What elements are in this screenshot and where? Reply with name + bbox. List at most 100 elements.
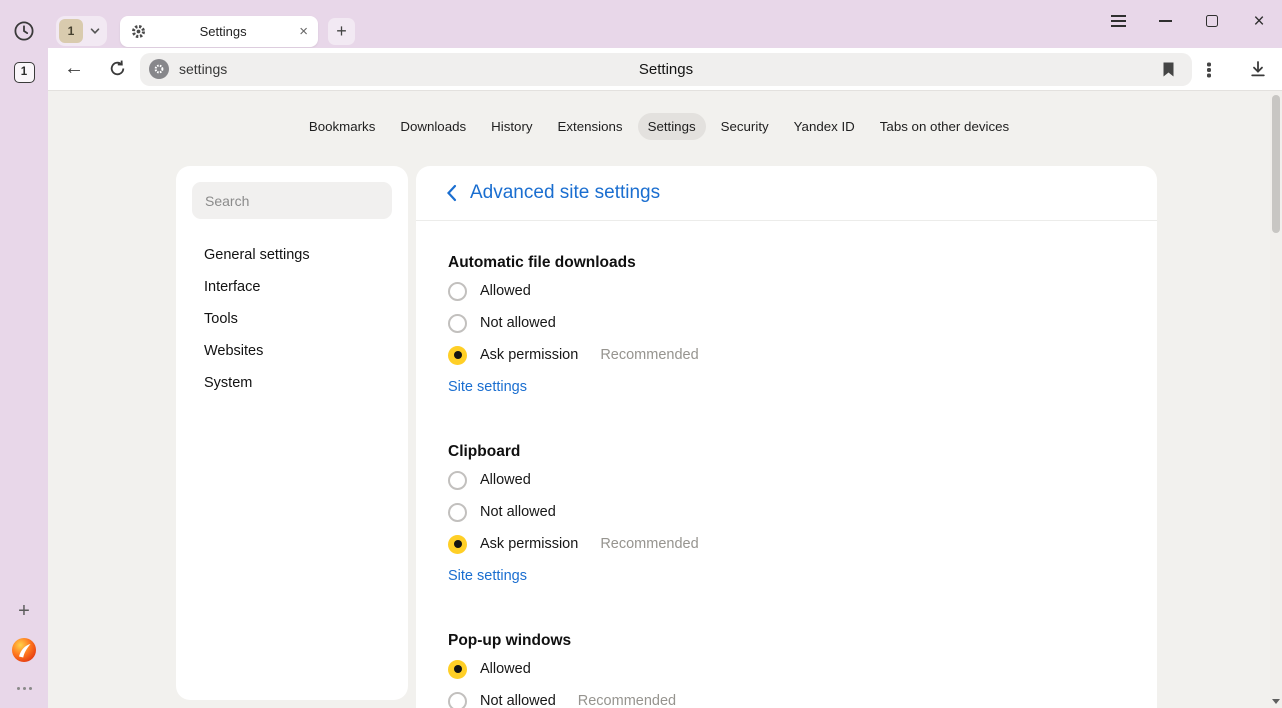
radio-option-ask-permission[interactable]: Ask permission Recommended [448,528,1125,560]
radio-option-not-allowed[interactable]: Not allowed [448,496,1125,528]
radio-option-allowed[interactable]: Allowed [448,275,1125,307]
topnav-settings[interactable]: Settings [638,113,706,140]
tab-group-badge[interactable]: 1 [59,19,83,43]
scroll-down-arrow-icon[interactable] [1272,699,1280,704]
radio-icon[interactable] [448,692,467,708]
close-tab-icon[interactable]: × [299,24,308,39]
topnav-bookmarks[interactable]: Bookmarks [299,113,386,140]
settings-nav-list: General settings Interface Tools Website… [192,239,392,399]
settings-sections: Automatic file downloads Allowed Not all… [416,254,1157,708]
history-clock-icon[interactable] [0,20,48,42]
maximize-button[interactable] [1203,12,1221,30]
topnav-yandex-id[interactable]: Yandex ID [784,113,865,140]
radio-label: Not allowed [480,504,556,520]
radio-option-not-allowed[interactable]: Not allowed Recommended [448,685,1125,708]
radio-icon[interactable] [448,503,467,522]
section-title: Pop-up windows [448,632,1125,650]
topnav-history[interactable]: History [481,113,542,140]
address-bar[interactable]: settings Settings [140,53,1192,86]
settings-top-nav: Bookmarks Downloads History Extensions S… [48,113,1270,140]
radio-icon[interactable] [448,346,467,365]
sidebar-item-system[interactable]: System [192,367,392,399]
radio-option-not-allowed[interactable]: Not allowed [448,307,1125,339]
toolbar: ← settings Settings [48,48,1282,91]
browser-logo [11,637,37,663]
radio-option-ask-permission[interactable]: Ask permission Recommended [448,339,1125,371]
new-tab-button[interactable]: + [328,18,355,45]
recommended-note: Recommended [578,693,676,708]
section-automatic-file-downloads: Automatic file downloads Allowed Not all… [448,254,1125,396]
kebab-menu-icon [1207,68,1210,71]
horizontal-ellipsis-icon [23,687,26,690]
url-text: settings [179,61,227,77]
radio-label: Ask permission [480,536,578,552]
radio-label: Not allowed [480,315,556,331]
radio-label: Ask permission [480,347,578,363]
chevron-down-icon[interactable] [86,22,104,40]
site-settings-link[interactable]: Site settings [448,379,527,395]
sidebar-item-general-settings[interactable]: General settings [192,239,392,271]
radio-icon[interactable] [448,282,467,301]
browser-menu-button[interactable] [1109,12,1127,30]
tab-panel-toggle[interactable]: 1 [0,61,48,83]
radio-icon[interactable] [448,535,467,554]
back-chevron-icon[interactable] [446,184,457,202]
recommended-note: Recommended [600,536,698,552]
topnav-other-devices[interactable]: Tabs on other devices [870,113,1019,140]
close-window-button[interactable]: × [1250,12,1268,30]
tab-count-badge: 1 [14,62,35,83]
tab-group-selector[interactable]: 1 [56,16,107,46]
recommended-note: Recommended [600,347,698,363]
active-tab-settings[interactable]: Settings × [120,16,318,47]
sidebar-item-interface[interactable]: Interface [192,271,392,303]
advanced-settings-header[interactable]: Advanced site settings [416,166,1157,221]
site-settings-link[interactable]: Site settings [448,568,527,584]
yandex-browser-logo-icon[interactable] [0,637,48,663]
radio-label: Allowed [480,472,531,488]
radio-option-allowed[interactable]: Allowed [448,464,1125,496]
bookmark-button[interactable] [1161,61,1176,83]
radio-icon[interactable] [448,314,467,333]
topnav-security[interactable]: Security [711,113,779,140]
radio-icon[interactable] [448,471,467,490]
settings-sidebar: General settings Interface Tools Website… [176,166,408,700]
settings-page: Bookmarks Downloads History Extensions S… [48,91,1270,708]
topnav-downloads[interactable]: Downloads [390,113,476,140]
rail-add-button[interactable]: + [0,599,48,623]
download-icon [1248,59,1268,79]
section-popup-windows: Pop-up windows Allowed Not allowed Recom… [448,632,1125,708]
page-scrollbar[interactable] [1270,91,1282,708]
site-favicon-icon [149,59,169,79]
radio-label: Allowed [480,661,531,677]
sidebar-item-tools[interactable]: Tools [192,303,392,335]
advanced-site-settings-card: Advanced site settings Automatic file do… [416,166,1157,708]
close-icon: × [1253,12,1264,31]
radio-label: Not allowed [480,693,556,708]
browser-side-rail: 1 + [0,0,48,708]
minimize-button[interactable] [1156,12,1174,30]
omnibox-more-button[interactable] [1200,61,1218,79]
reload-button[interactable] [108,59,127,83]
scrollbar-thumb[interactable] [1272,95,1280,233]
omnibox-page-title: Settings [140,61,1192,78]
rail-more-button[interactable] [0,681,48,695]
hamburger-icon [1111,20,1126,22]
section-title: Automatic file downloads [448,254,1125,272]
radio-icon[interactable] [448,660,467,679]
sidebar-item-websites[interactable]: Websites [192,335,392,367]
clock-icon [13,20,35,42]
search-input[interactable] [192,182,392,219]
back-button[interactable]: ← [64,57,84,80]
section-title: Clipboard [448,443,1125,461]
maximize-icon [1206,15,1218,27]
topnav-extensions[interactable]: Extensions [548,113,633,140]
downloads-button[interactable] [1248,59,1268,84]
radio-option-allowed[interactable]: Allowed [448,653,1125,685]
gear-icon [130,23,147,40]
tab-bar: 1 Settings × + × [48,0,1282,48]
tab-title: Settings [155,24,291,39]
reload-icon [108,59,127,78]
section-clipboard: Clipboard Allowed Not allowed Ask permis… [448,443,1125,585]
radio-label: Allowed [480,283,531,299]
minimize-icon [1159,20,1172,22]
